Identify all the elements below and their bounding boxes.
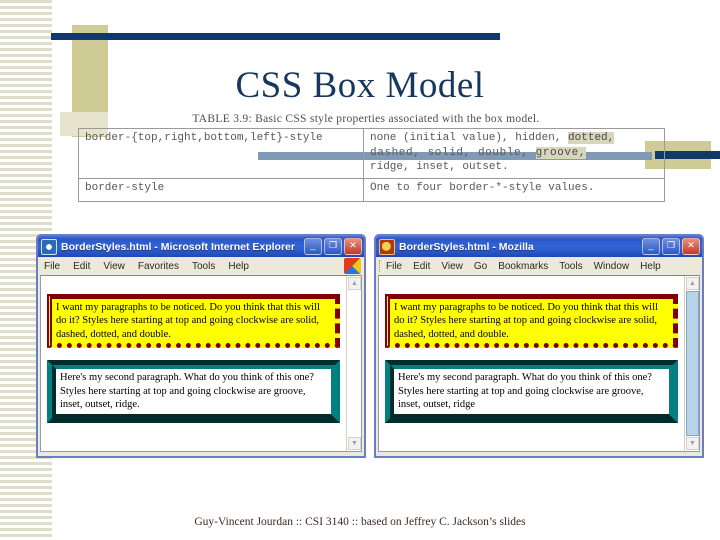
page-title: CSS Box Model: [235, 65, 485, 106]
menu-file[interactable]: File: [44, 261, 60, 272]
scroll-down-icon[interactable]: ▼: [348, 437, 361, 450]
value-highlight: groove,: [535, 146, 587, 159]
scroll-up-icon[interactable]: ▲: [686, 277, 699, 290]
menu-tools[interactable]: Tools: [192, 261, 215, 272]
table-row: border-style One to four border-*-style …: [78, 177, 665, 202]
maximize-button[interactable]: ❐: [662, 238, 680, 255]
minimize-button[interactable]: _: [642, 238, 660, 255]
scroll-down-icon[interactable]: ▼: [686, 437, 699, 450]
menu-favorites[interactable]: Favorites: [138, 261, 179, 272]
window-controls[interactable]: _ ❐ ✕: [304, 238, 362, 255]
value-text: dashed, solid, double,: [370, 146, 536, 159]
maximize-button[interactable]: ❐: [324, 238, 342, 255]
menu-go[interactable]: Go: [474, 261, 487, 272]
table-cell-property: border-style: [78, 177, 364, 202]
browser-viewport: I want my paragraphs to be noticed. Do y…: [40, 275, 362, 452]
table-cell-values: One to four border-*-style values.: [363, 177, 665, 202]
rendered-page: I want my paragraphs to be noticed. Do y…: [41, 276, 346, 451]
menu-edit[interactable]: Edit: [413, 261, 430, 272]
value-line: ridge, inset, outset.: [370, 161, 509, 173]
slide-footer: Guy-Vincent Jourdan :: CSI 3140 :: based…: [194, 516, 526, 528]
scrollbar-thumb[interactable]: [686, 291, 699, 436]
paragraph-two: Here's my second paragraph. What do you …: [47, 360, 340, 423]
menu-file[interactable]: File: [386, 261, 402, 272]
browser-window-mozilla[interactable]: BorderStyles.html - Mozilla _ ❐ ✕ File E…: [374, 234, 704, 458]
paragraph-one: I want my paragraphs to be noticed. Do y…: [47, 293, 340, 348]
window-title: BorderStyles.html - Mozilla: [399, 240, 534, 253]
menubar[interactable]: File Edit View Favorites Tools Help: [38, 257, 364, 275]
menubar[interactable]: File Edit View Go Bookmarks Tools Window…: [376, 257, 702, 275]
rendered-page: I want my paragraphs to be noticed. Do y…: [379, 276, 684, 451]
internet-explorer-icon: [41, 238, 57, 255]
windows-flag-icon: [344, 258, 361, 274]
menu-help[interactable]: Help: [640, 261, 661, 272]
menu-edit[interactable]: Edit: [73, 261, 90, 272]
table-caption: TABLE 3.9: Basic CSS style properties as…: [192, 113, 540, 125]
menu-bookmarks[interactable]: Bookmarks: [498, 261, 548, 272]
menu-window[interactable]: Window: [594, 261, 630, 272]
menu-view[interactable]: View: [441, 261, 463, 272]
value-text: none (initial value), hidden,: [370, 132, 569, 144]
vertical-scrollbar[interactable]: ▲ ▼: [346, 276, 361, 451]
vertical-scrollbar[interactable]: ▲ ▼: [684, 276, 699, 451]
decorative-navy-rule-top: [51, 33, 500, 40]
table-row: border-{top,right,bottom,left}-style non…: [78, 128, 665, 179]
slide-canvas: CSS Box Model TABLE 3.9: Basic CSS style…: [0, 0, 720, 540]
menu-view[interactable]: View: [103, 261, 125, 272]
value-line: dashed, solid, double, groove,: [370, 146, 658, 161]
table-cell-property: border-{top,right,bottom,left}-style: [78, 128, 364, 179]
titlebar[interactable]: BorderStyles.html - Microsoft Internet E…: [38, 236, 364, 257]
value-highlight: dotted,: [568, 132, 615, 144]
paragraph-two: Here's my second paragraph. What do you …: [385, 360, 678, 423]
scroll-up-icon[interactable]: ▲: [348, 277, 361, 290]
css-properties-table: border-{top,right,bottom,left}-style non…: [78, 128, 665, 202]
value-line: none (initial value), hidden, dotted,: [370, 131, 658, 146]
menubar-grip-icon[interactable]: [379, 260, 384, 272]
table-cell-values: none (initial value), hidden, dotted, da…: [363, 128, 665, 179]
menu-help[interactable]: Help: [228, 261, 249, 272]
browser-viewport: I want my paragraphs to be noticed. Do y…: [378, 275, 700, 452]
close-button[interactable]: ✕: [344, 238, 362, 255]
close-button[interactable]: ✕: [682, 238, 700, 255]
mozilla-icon: [379, 238, 395, 255]
window-controls[interactable]: _ ❐ ✕: [642, 238, 700, 255]
paragraph-one: I want my paragraphs to be noticed. Do y…: [385, 293, 678, 348]
minimize-button[interactable]: _: [304, 238, 322, 255]
browser-window-internet-explorer[interactable]: BorderStyles.html - Microsoft Internet E…: [36, 234, 366, 458]
titlebar[interactable]: BorderStyles.html - Mozilla _ ❐ ✕: [376, 236, 702, 257]
menu-tools[interactable]: Tools: [559, 261, 582, 272]
table-figure: TABLE 3.9: Basic CSS style properties as…: [78, 112, 665, 202]
window-title: BorderStyles.html - Microsoft Internet E…: [61, 240, 295, 253]
